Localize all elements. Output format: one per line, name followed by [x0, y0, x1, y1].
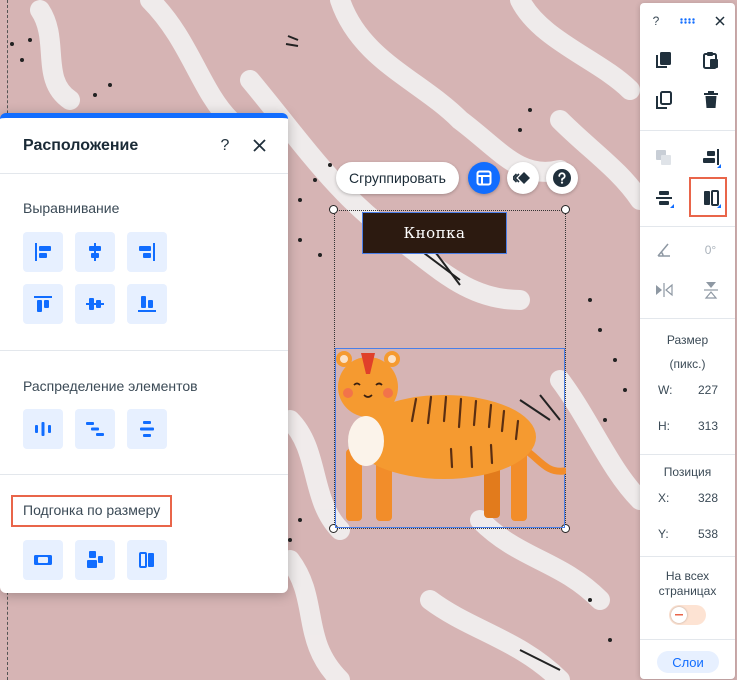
canvas-button-element[interactable]: Кнопка	[362, 212, 507, 254]
x-field[interactable]: X: 328	[658, 491, 718, 505]
all-pages-toggle[interactable]	[669, 605, 706, 625]
match-height-icon	[87, 551, 103, 568]
rotation-value[interactable]: 0°	[687, 235, 734, 265]
layers-button[interactable]: Слои	[657, 651, 719, 673]
match-size-button[interactable]	[127, 540, 167, 580]
size-unit: (пикс.)	[669, 357, 706, 371]
help-icon	[552, 169, 571, 187]
flip-horizontal-icon	[655, 283, 673, 297]
duplicate-icon	[655, 91, 672, 109]
y-field[interactable]: Y: 538	[658, 527, 718, 541]
align-bottom-button[interactable]	[127, 284, 167, 324]
toolbar-drag-handle[interactable]	[672, 7, 704, 35]
paste-button[interactable]	[687, 45, 734, 75]
help-button[interactable]	[545, 162, 578, 194]
y-label: Y:	[658, 527, 669, 541]
floating-toolbar: Сгруппировать	[336, 162, 578, 194]
distribute-horizontal-icon	[35, 422, 51, 436]
layout-icon	[476, 170, 492, 186]
paste-icon	[702, 52, 718, 69]
flip-vertical-button	[687, 275, 734, 305]
fit-size-highlight: Подгонка по размеру	[11, 495, 173, 527]
align-right-button[interactable]	[127, 232, 167, 272]
height-field[interactable]: H: 313	[658, 419, 718, 433]
tiger-illustration	[336, 351, 568, 521]
align-section-title: Выравнивание	[23, 200, 120, 216]
x-label: X:	[658, 491, 670, 505]
fit-size-section-title: Подгонка по размеру	[23, 502, 161, 518]
toggle-knob	[671, 607, 687, 623]
arrange-panel-title: Расположение	[23, 136, 139, 154]
size-title: Размер	[666, 333, 709, 347]
distribute-vertical-icon	[140, 421, 154, 437]
layers-order-icon	[655, 150, 671, 165]
match-size-icon	[139, 552, 154, 568]
position-title: Позиция	[663, 465, 712, 479]
align-middle-button[interactable]	[75, 284, 115, 324]
align-left-button[interactable]	[23, 232, 63, 272]
resize-handle-top-left[interactable]	[329, 205, 338, 214]
align-right-icon	[139, 243, 155, 261]
distribute-dropdown-button[interactable]	[640, 183, 687, 213]
animation-icon	[512, 172, 530, 184]
distribute-steps-button[interactable]	[75, 409, 115, 449]
resize-handle-top-right[interactable]	[561, 205, 570, 214]
height-label: H:	[658, 419, 670, 433]
delete-button[interactable]	[687, 85, 734, 115]
distribute-vertical-button[interactable]	[127, 409, 167, 449]
match-width-button[interactable]	[23, 540, 63, 580]
panel-close-button[interactable]	[246, 133, 272, 159]
width-value[interactable]: 227	[698, 383, 718, 397]
x-value[interactable]: 328	[698, 491, 718, 505]
width-label: W:	[658, 383, 673, 397]
align-top-icon	[34, 296, 52, 312]
align-center-icon	[89, 243, 101, 261]
height-value[interactable]: 313	[698, 419, 718, 433]
fit-size-highlight	[689, 177, 727, 217]
toolbar-help-button[interactable]: ?	[640, 7, 672, 35]
distribute-horizontal-button[interactable]	[23, 409, 63, 449]
tiger-image-element[interactable]	[335, 348, 568, 528]
align-top-button[interactable]	[23, 284, 63, 324]
fit-size-section: Подгонка по размеру	[0, 475, 288, 580]
trash-icon	[703, 91, 718, 108]
duplicate-button[interactable]	[640, 85, 687, 115]
copy-button[interactable]	[640, 45, 687, 75]
flip-horizontal-button	[640, 275, 687, 305]
copy-icon	[655, 52, 671, 68]
rotate-angle-icon	[656, 243, 670, 257]
distribute-section: Распределение элементов	[0, 351, 288, 475]
match-width-icon	[34, 555, 52, 565]
minus-icon	[675, 614, 683, 616]
all-pages-label: На всех страницах	[658, 569, 717, 598]
right-toolbar: ? 0° Размер (пикс.) W: 227 H: 313 Позици…	[640, 3, 735, 679]
align-bottom-icon	[138, 296, 156, 312]
align-left-icon	[35, 243, 51, 261]
group-button[interactable]: Сгруппировать	[336, 162, 459, 194]
distribute-steps-icon	[86, 422, 104, 436]
layout-button[interactable]	[467, 162, 500, 194]
arrange-panel: Расположение ? Выравнивание Распределени…	[0, 113, 288, 593]
align-right-icon	[702, 149, 721, 168]
animation-button[interactable]	[506, 162, 539, 194]
close-icon	[252, 139, 266, 152]
align-middle-icon	[86, 298, 104, 310]
align-dropdown-button[interactable]	[687, 143, 734, 173]
rotate-icon-cell	[640, 235, 687, 265]
arrange-forward-button	[640, 143, 687, 173]
distribute-icon	[655, 191, 674, 208]
width-field[interactable]: W: 227	[658, 383, 718, 397]
align-section: Выравнивание	[0, 174, 288, 351]
panel-help-button[interactable]: ?	[212, 133, 238, 159]
distribute-section-title: Распределение элементов	[23, 378, 198, 394]
align-center-button[interactable]	[75, 232, 115, 272]
drag-dots-icon	[680, 18, 695, 24]
close-icon	[714, 16, 725, 26]
toolbar-close-button[interactable]	[704, 7, 735, 35]
flip-vertical-icon	[703, 282, 718, 299]
y-value[interactable]: 538	[698, 527, 718, 541]
match-height-button[interactable]	[75, 540, 115, 580]
arrange-panel-header: Расположение ?	[0, 118, 288, 174]
